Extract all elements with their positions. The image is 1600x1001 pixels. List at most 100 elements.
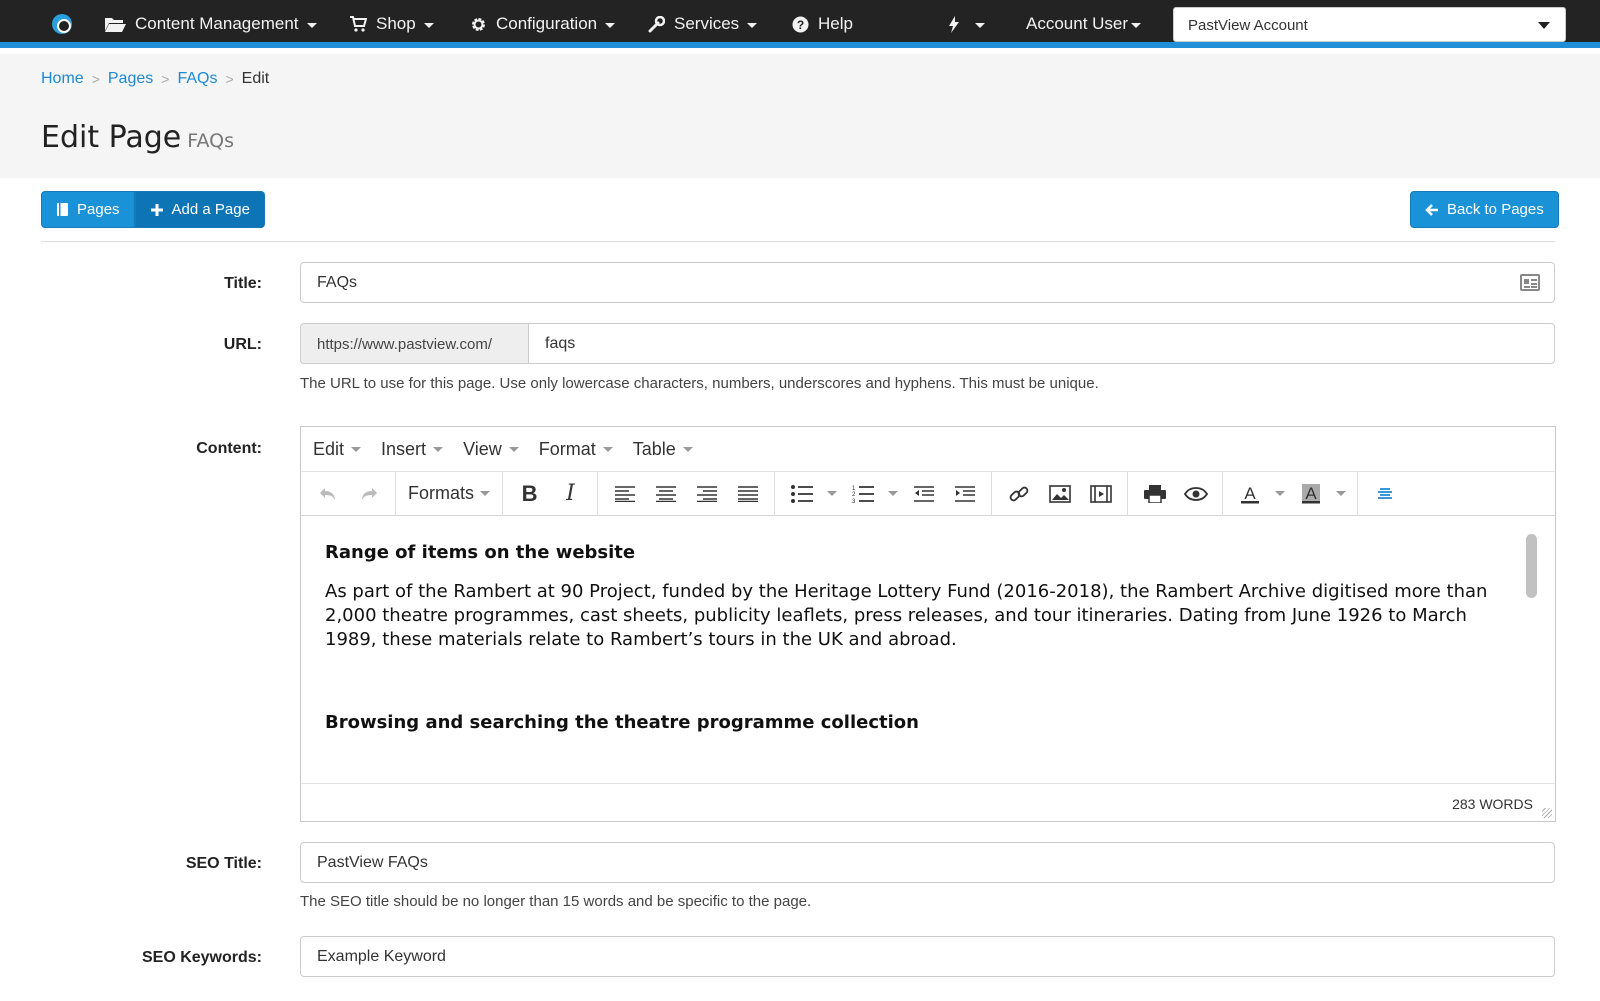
page-header: Home > Pages > FAQs > Edit Edit Page FAQs — [0, 54, 1600, 178]
chevron-down-icon — [433, 446, 444, 452]
indent-icon[interactable] — [944, 477, 985, 511]
add-page-button-label: Add a Page — [171, 201, 250, 218]
chevron-down-icon[interactable] — [822, 477, 842, 511]
nav-content-management[interactable]: Content Management — [104, 0, 317, 48]
divider — [41, 241, 1555, 242]
id-card-icon[interactable] — [1520, 274, 1540, 291]
top-navbar: Content Management Shop Configuration Se… — [0, 0, 1600, 48]
chevron-down-icon — [480, 491, 491, 496]
svg-text:A: A — [1305, 484, 1317, 503]
page-subtitle: FAQs — [187, 130, 234, 152]
editor-menu-view[interactable]: View — [463, 439, 519, 460]
nav-shop[interactable]: Shop — [350, 0, 434, 48]
numbered-list-icon[interactable]: 123 — [842, 477, 883, 511]
outdent-icon[interactable] — [903, 477, 944, 511]
editor-menu-insert[interactable]: Insert — [381, 438, 444, 460]
seo-title-input-value: PastView FAQs — [317, 854, 428, 871]
editor-statusbar: 283 WORDS — [301, 783, 1555, 821]
breadcrumb-separator: > — [91, 71, 100, 87]
question-circle-icon: ? — [792, 16, 809, 33]
chevron-down-icon[interactable] — [883, 477, 903, 511]
content-label: Content: — [196, 440, 262, 457]
media-icon[interactable] — [1080, 477, 1121, 511]
gear-icon — [470, 16, 487, 33]
bold-icon[interactable]: B — [509, 477, 550, 511]
folder-open-icon — [104, 16, 126, 33]
undo-icon[interactable] — [307, 477, 348, 511]
url-input[interactable]: faqs — [528, 323, 1555, 364]
seo-title-label: SEO Title: — [185, 855, 262, 872]
editor-menu-table[interactable]: Table — [633, 439, 693, 460]
insert-group — [992, 471, 1129, 516]
chevron-down-icon — [975, 22, 985, 28]
chevron-down-icon[interactable] — [1270, 477, 1290, 511]
nav-help[interactable]: ? Help — [792, 0, 853, 48]
breadcrumb-faqs[interactable]: FAQs — [177, 70, 217, 88]
breadcrumb-pages[interactable]: Pages — [108, 70, 153, 88]
breadcrumb: Home > Pages > FAQs > Edit — [41, 70, 269, 88]
formats-dropdown[interactable]: Formats — [402, 483, 496, 504]
nav-account-user[interactable]: Account User — [1026, 0, 1142, 48]
back-to-pages-button[interactable]: Back to Pages — [1410, 191, 1559, 228]
nav-account-user-label: Account User — [1026, 14, 1129, 33]
redo-icon[interactable] — [348, 477, 389, 511]
link-icon[interactable] — [998, 477, 1039, 511]
app-logo-icon[interactable] — [52, 14, 72, 34]
title-input[interactable]: FAQs — [300, 262, 1555, 303]
content-heading-1: Range of items on the website — [325, 542, 636, 563]
editor-menu-edit[interactable]: Edit — [313, 439, 362, 460]
seo-title-help-text: The SEO title should be no longer than 1… — [300, 893, 812, 910]
add-page-button[interactable]: Add a Page — [134, 191, 265, 228]
seo-keywords-input[interactable]: Example Keyword — [300, 936, 1555, 977]
word-count: 283 WORDS — [1452, 796, 1533, 812]
show-blocks-icon[interactable] — [1364, 477, 1405, 511]
account-select[interactable]: PastView Account — [1173, 7, 1566, 42]
breadcrumb-home[interactable]: Home — [41, 70, 84, 88]
svg-text:A: A — [1244, 484, 1256, 503]
editor-menu-format[interactable]: Format — [539, 439, 613, 460]
editor-menu-view-label: View — [463, 438, 502, 459]
text-color-icon[interactable]: A — [1229, 477, 1270, 511]
seo-keywords-label: SEO Keywords: — [141, 949, 262, 966]
editor-content[interactable]: Range of items on the website As part of… — [301, 518, 1555, 783]
arrow-left-icon — [1425, 203, 1439, 216]
print-icon[interactable] — [1134, 477, 1175, 511]
align-center-icon[interactable] — [645, 477, 686, 511]
chevron-down-icon — [423, 22, 434, 28]
align-right-icon[interactable] — [686, 477, 727, 511]
svg-text:3: 3 — [852, 499, 856, 504]
bullet-list-icon[interactable] — [781, 477, 822, 511]
editor-menu-format-label: Format — [538, 438, 596, 459]
chevron-down-icon — [508, 446, 519, 452]
nav-content-management-label: Content Management — [135, 14, 299, 33]
nav-configuration[interactable]: Configuration — [470, 0, 616, 48]
chevron-down-icon[interactable] — [1331, 477, 1351, 511]
align-left-icon[interactable] — [604, 477, 645, 511]
chevron-down-icon — [605, 22, 616, 28]
url-prefix: https://www.pastview.com/ — [300, 323, 529, 364]
nav-services[interactable]: Services — [648, 0, 758, 48]
background-color-icon[interactable]: A — [1290, 477, 1331, 511]
editor-scrollbar[interactable] — [1526, 534, 1537, 598]
editor-menu-insert-label: Insert — [381, 438, 427, 459]
plus-icon — [150, 203, 164, 217]
history-group — [301, 471, 396, 516]
image-icon[interactable] — [1039, 477, 1080, 511]
url-label: URL: — [223, 336, 262, 353]
preview-eye-icon[interactable] — [1175, 477, 1216, 511]
tools-group — [1128, 471, 1224, 516]
rich-text-editor: Edit Insert View Format Table Formats B … — [300, 426, 1556, 822]
italic-icon[interactable]: I — [550, 477, 591, 511]
editor-menubar: Edit Insert View Format Table — [301, 427, 1555, 472]
nav-help-label: Help — [818, 14, 853, 33]
resize-handle-icon[interactable] — [1542, 808, 1552, 818]
lightning-bolt-icon — [948, 15, 960, 33]
chevron-down-icon — [1538, 22, 1550, 29]
extra-group — [1358, 472, 1411, 516]
seo-keywords-input-value: Example Keyword — [317, 948, 446, 965]
align-justify-icon[interactable] — [727, 477, 768, 511]
seo-title-input[interactable]: PastView FAQs — [300, 842, 1555, 883]
pages-button[interactable]: Pages — [41, 191, 135, 228]
content-heading-2: Browsing and searching the theatre progr… — [325, 712, 919, 733]
nav-quick-actions[interactable] — [948, 0, 985, 48]
